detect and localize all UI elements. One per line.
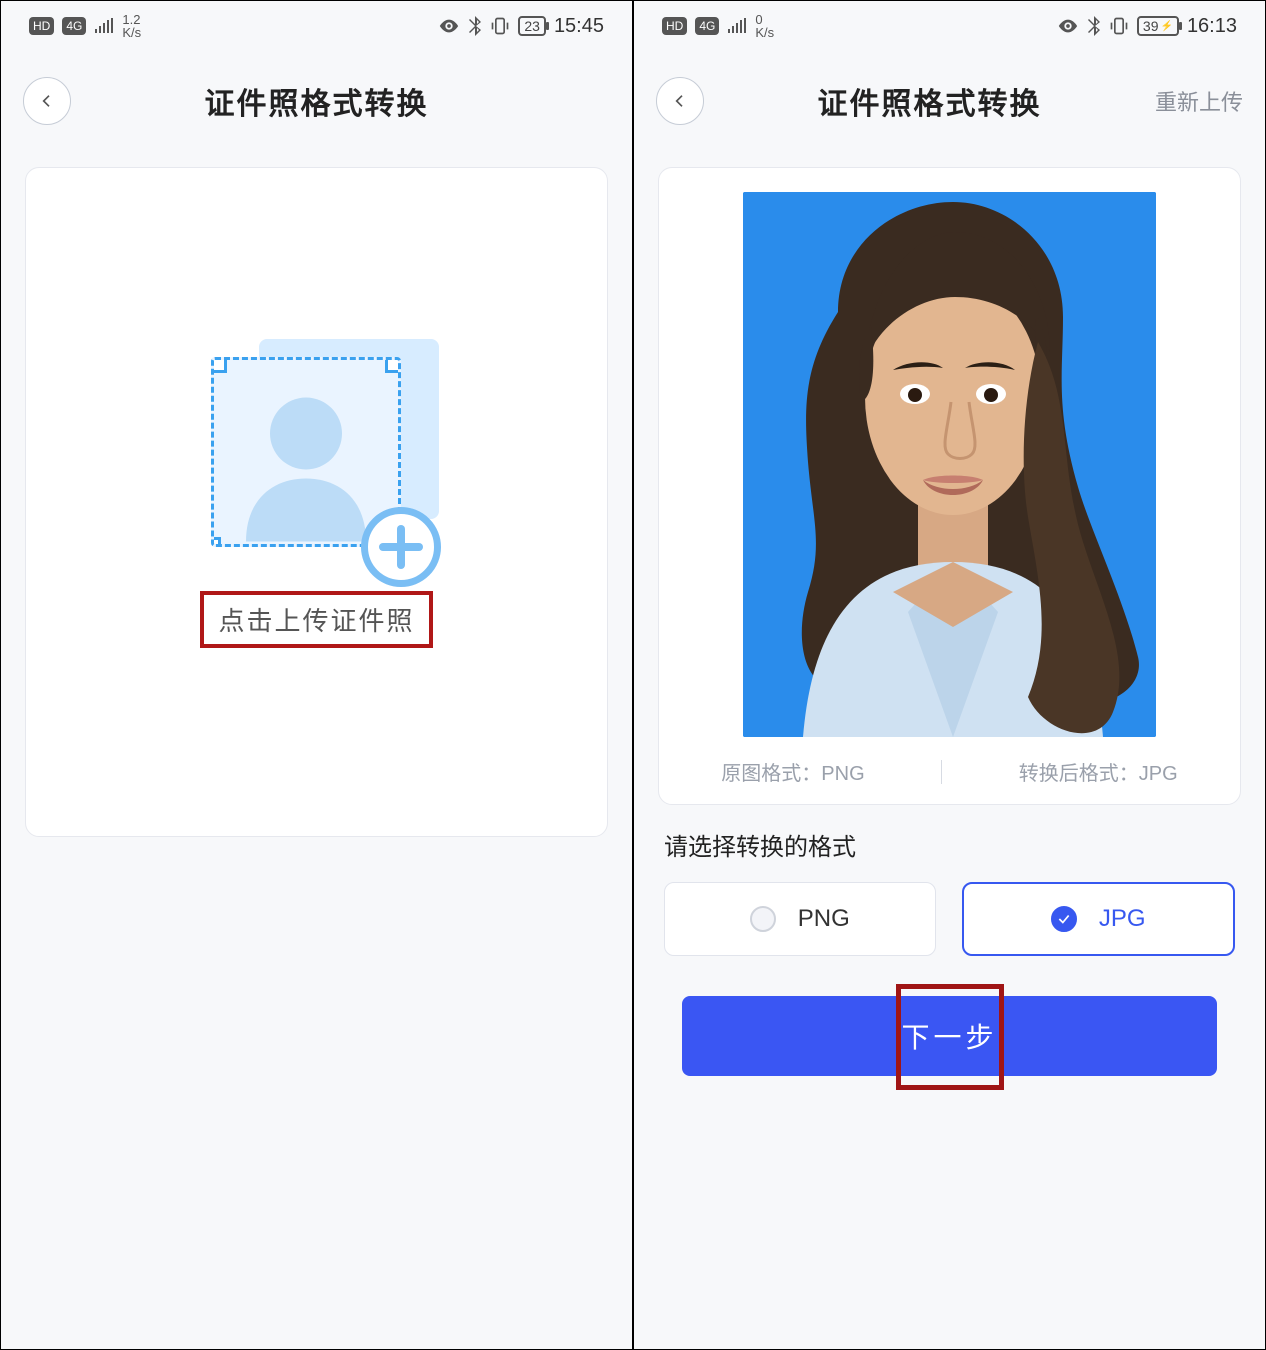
eye-icon [1057,15,1079,37]
battery-icon: 39⚡ [1137,16,1179,36]
net-speed: 0 K/s [755,13,774,39]
vibrate-icon [1109,16,1129,36]
format-info: 原图格式：PNG 转换后格式：JPG [683,757,1216,786]
option-label: JPG [1099,905,1146,933]
back-button[interactable] [23,77,71,125]
status-bar: HD 4G 0 K/s [634,1,1265,51]
vibrate-icon [490,16,510,36]
net-speed: 1.2 K/s [122,13,141,39]
src-format-label: 原图格式： [721,763,821,785]
photo-card: 原图格式：PNG 转换后格式：JPG [658,167,1241,805]
option-label: PNG [798,905,850,933]
format-selector: 请选择转换的格式 PNG JPG [634,827,1265,956]
status-bar: HD 4G 1.2 K/s [1,1,632,51]
clock: 15:45 [554,15,604,38]
phone-right: HD 4G 0 K/s [632,1,1265,1349]
upload-label: 点击上传证件照 [218,606,414,636]
bluetooth-icon [468,16,482,36]
network-icon: 4G [695,17,719,35]
dst-format-value: JPG [1139,763,1178,785]
phone-left: HD 4G 1.2 K/s [1,1,632,1349]
hd-icon: HD [662,17,687,35]
option-png[interactable]: PNG [664,882,936,956]
page-title: 证件照格式转换 [71,79,562,123]
hd-icon: HD [29,17,54,35]
header: 证件照格式转换 重新上传 [634,51,1265,151]
id-photo-preview [743,192,1156,737]
option-jpg[interactable]: JPG [962,882,1236,956]
network-icon: 4G [62,17,86,35]
signal-icon [94,18,114,34]
page-title: 证件照格式转换 [704,79,1155,123]
radio-checked-icon [1051,906,1077,932]
upload-graphic [211,357,421,567]
battery-icon: 23 [518,16,546,36]
upload-card: 点击上传证件照 [25,167,608,837]
dst-format-label: 转换后格式： [1019,763,1139,785]
selector-title: 请选择转换的格式 [664,827,1235,862]
back-button[interactable] [656,77,704,125]
src-format-value: PNG [821,763,864,785]
bluetooth-icon [1087,16,1101,36]
upload-zone[interactable]: 点击上传证件照 [200,357,432,648]
next-button[interactable]: 下一步 [682,996,1217,1076]
avatar-placeholder-icon [214,360,398,544]
clock: 16:13 [1187,15,1237,38]
reupload-button[interactable]: 重新上传 [1155,85,1243,117]
header: 证件照格式转换 [1,51,632,151]
eye-icon [438,15,460,37]
radio-unchecked-icon [750,906,776,932]
signal-icon [727,18,747,34]
charging-icon: ⚡ [1160,21,1172,32]
plus-icon [361,507,441,587]
